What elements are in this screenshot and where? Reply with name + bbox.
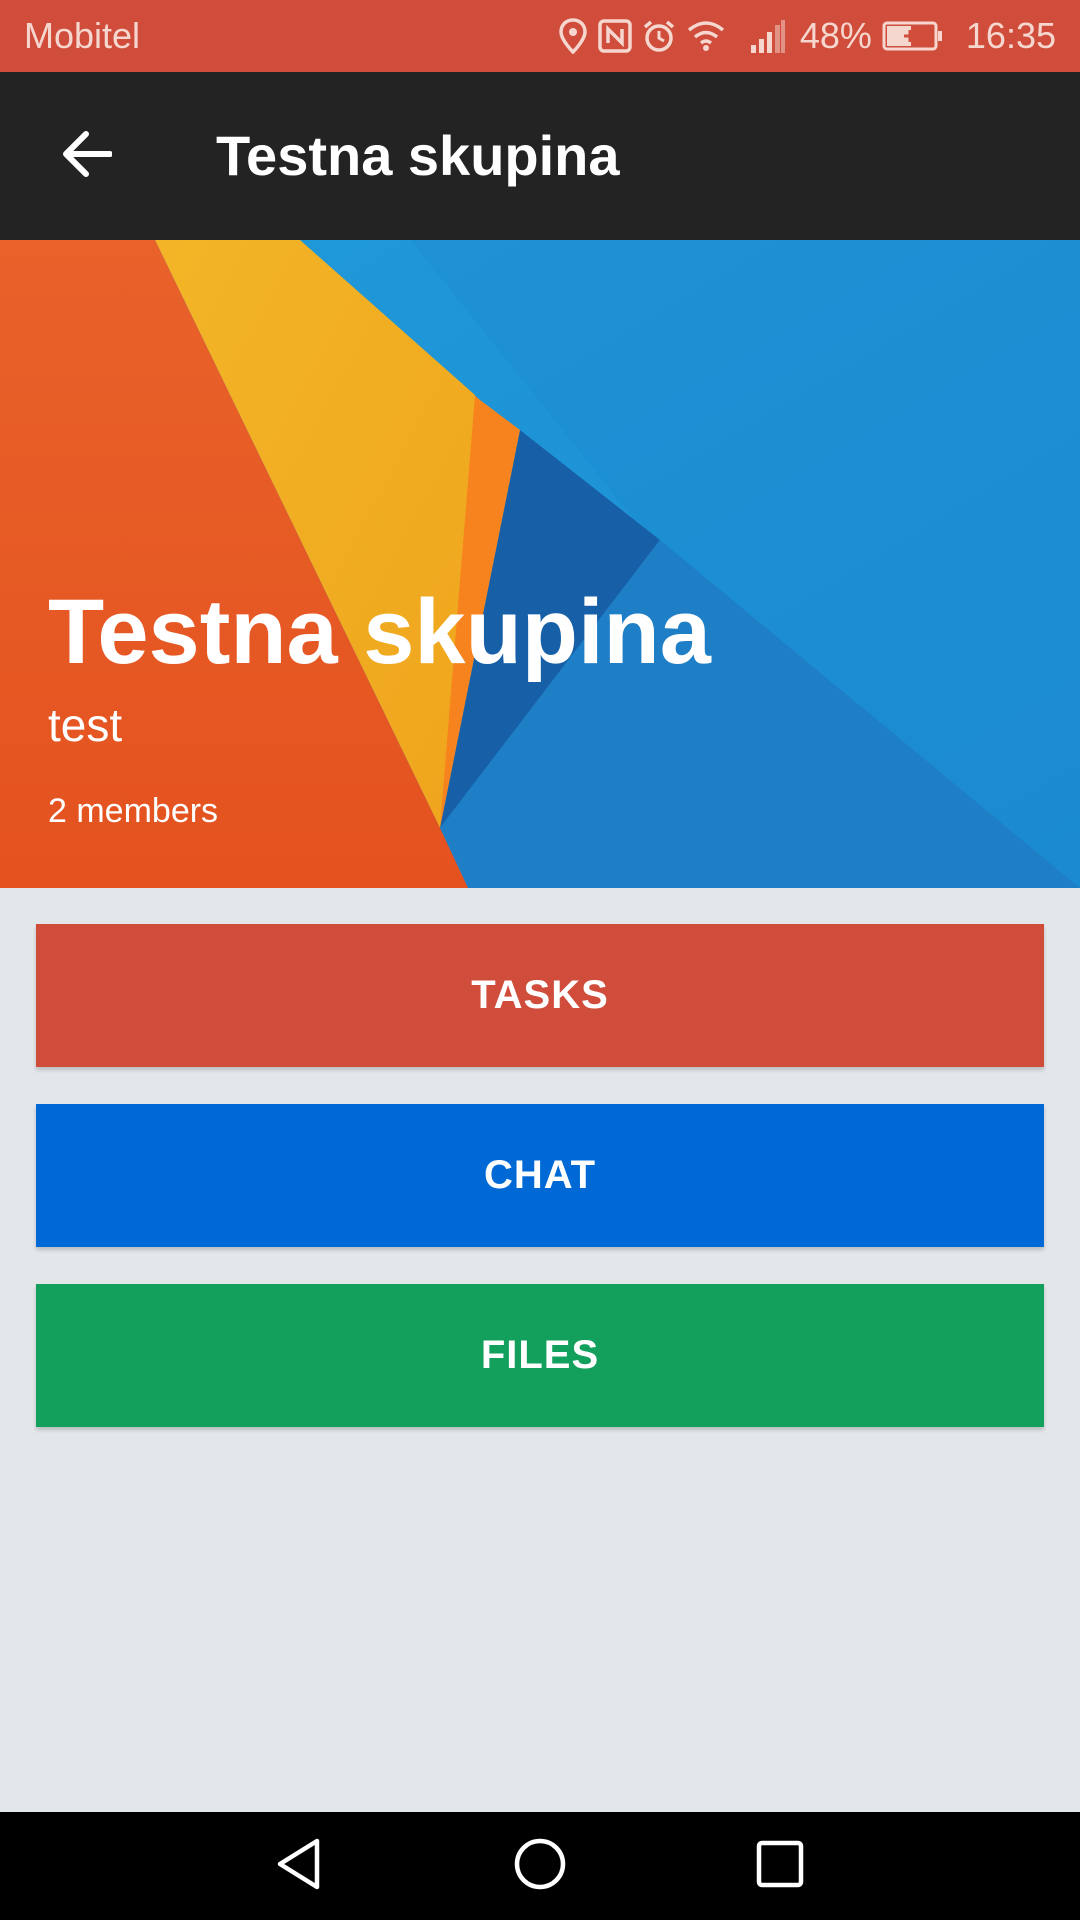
status-icons: 48% 16:35 [558, 15, 1056, 57]
tasks-button[interactable]: TASKS [36, 924, 1044, 1067]
nav-home-icon [512, 1836, 568, 1897]
signal-icon [750, 19, 786, 53]
nav-back-button[interactable] [251, 1818, 347, 1914]
nav-home-button[interactable] [492, 1818, 588, 1914]
status-bar: Mobitel 48% 16:35 [0, 0, 1080, 72]
clock: 16:35 [965, 15, 1056, 56]
battery-percent: 48% [799, 15, 872, 56]
chat-button[interactable]: CHAT [36, 1104, 1044, 1247]
member-count: 2 members [48, 792, 219, 830]
page-title: Testna skupina [216, 124, 620, 187]
app-bar: Testna skupina [0, 72, 1080, 240]
location-icon [558, 18, 588, 54]
alarm-icon [642, 19, 676, 53]
nav-back-icon [273, 1836, 325, 1897]
back-button[interactable] [42, 112, 130, 200]
nav-recents-icon [754, 1838, 806, 1895]
arrow-back-icon [60, 130, 113, 183]
system-nav-bar [0, 1812, 1080, 1920]
group-title: Testna skupina [48, 581, 711, 683]
wifi-icon [686, 20, 726, 52]
carrier-name: Mobitel [24, 15, 141, 56]
nfc-icon [598, 19, 632, 53]
group-description: test [48, 699, 123, 751]
battery-charging-icon [882, 20, 944, 52]
nav-recents-button[interactable] [732, 1818, 828, 1914]
files-button[interactable]: FILES [36, 1284, 1044, 1427]
header-background-image [0, 240, 1080, 888]
group-header: Testna skupina test 2 members [0, 240, 1080, 888]
